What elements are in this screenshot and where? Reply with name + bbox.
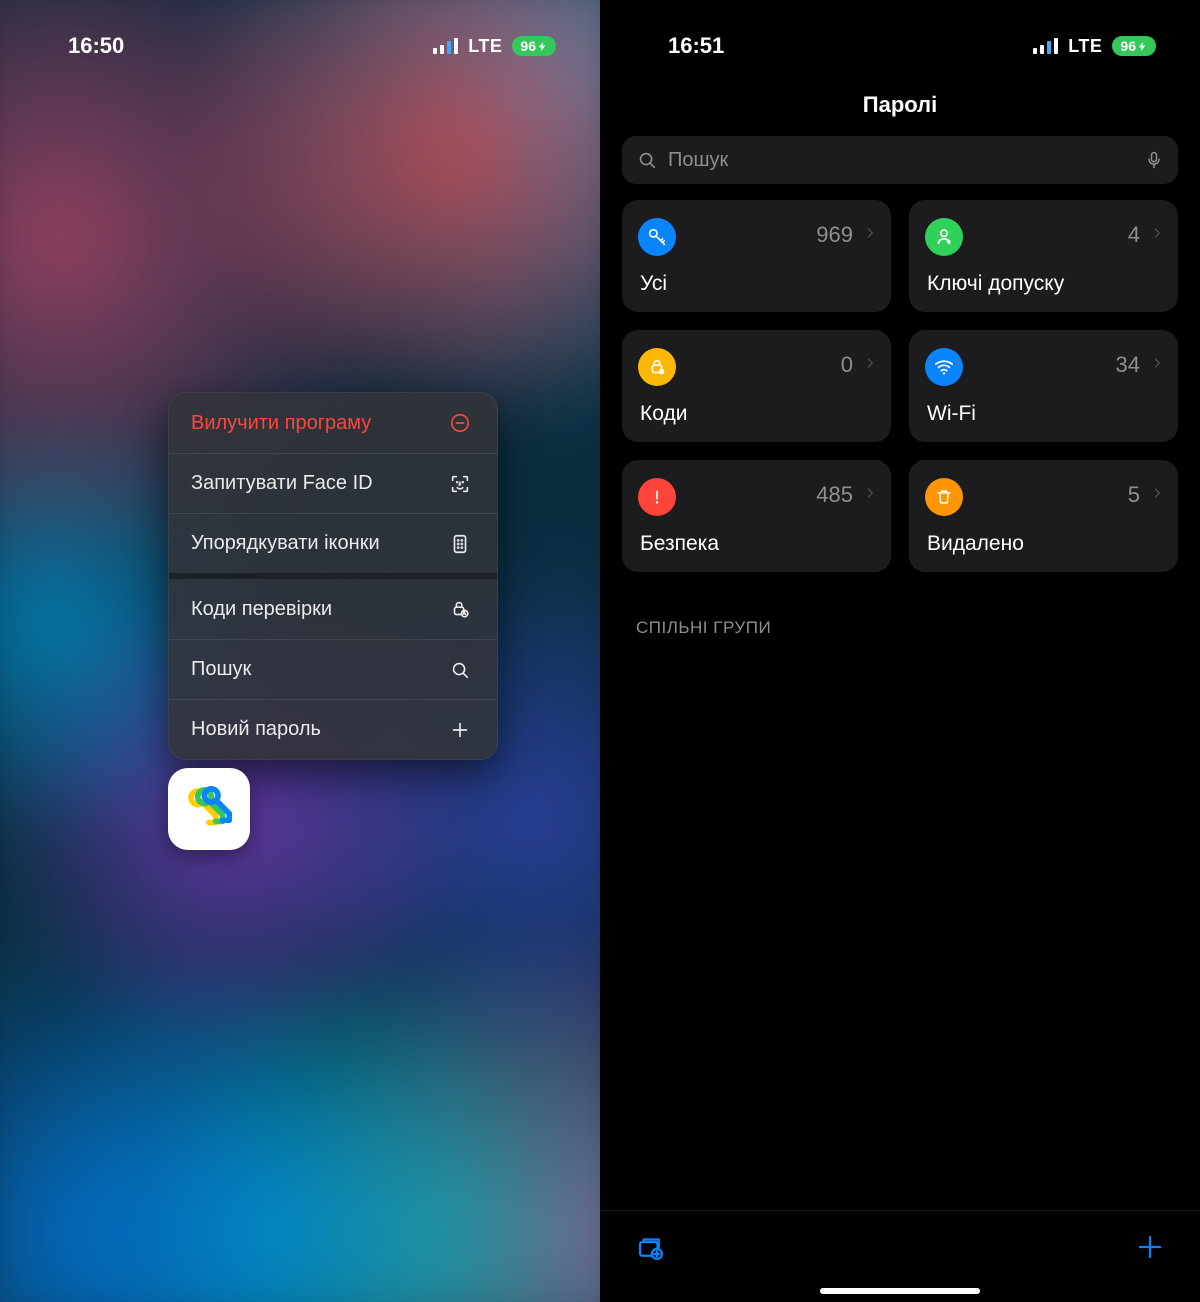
search-input[interactable] bbox=[668, 149, 1134, 172]
card-all[interactable]: 969 Усі bbox=[622, 200, 891, 312]
add-button[interactable] bbox=[1130, 1227, 1170, 1267]
card-count: 969 bbox=[816, 222, 853, 248]
status-time: 16:50 bbox=[68, 33, 124, 59]
menu-search[interactable]: Пошук bbox=[169, 639, 497, 699]
network-label: LTE bbox=[1068, 36, 1102, 57]
status-bar-right: 16:51 LTE 96 bbox=[600, 22, 1200, 70]
card-label: Усі bbox=[640, 272, 667, 296]
card-passkeys[interactable]: 4 Ключі допуску bbox=[909, 200, 1178, 312]
card-label: Wi-Fi bbox=[927, 402, 976, 426]
menu-newpass-label: Новий пароль bbox=[191, 718, 321, 741]
menu-require-faceid[interactable]: Запитувати Face ID bbox=[169, 453, 497, 513]
apps-grid-icon bbox=[445, 529, 475, 559]
card-deleted[interactable]: 5 Видалено bbox=[909, 460, 1178, 572]
context-menu: Вилучити програму Запитувати Face ID Упо… bbox=[168, 392, 498, 760]
minus-circle-icon bbox=[445, 408, 475, 438]
faceid-icon bbox=[445, 469, 475, 499]
menu-search-label: Пошук bbox=[191, 658, 251, 681]
trash-icon bbox=[925, 478, 963, 516]
card-security[interactable]: 485 Безпека bbox=[622, 460, 891, 572]
card-count: 0 bbox=[841, 352, 853, 378]
card-codes[interactable]: 0 Коди bbox=[622, 330, 891, 442]
battery-indicator: 96 bbox=[512, 36, 556, 56]
status-bar-left: 16:50 LTE 96 bbox=[0, 22, 600, 70]
menu-codes-label: Коди перевірки bbox=[191, 598, 332, 621]
menu-verification-codes[interactable]: Коди перевірки bbox=[169, 579, 497, 639]
menu-new-password[interactable]: Новий пароль bbox=[169, 699, 497, 759]
person-key-icon bbox=[925, 218, 963, 256]
network-label: LTE bbox=[468, 36, 502, 57]
passwords-app-pane: 16:51 LTE 96 Паролі 969 Усі 4 Ключі допу… bbox=[600, 0, 1200, 1302]
status-time: 16:51 bbox=[668, 33, 724, 59]
home-screen-pane: 16:50 LTE 96 Вилучити програму Запитуват… bbox=[0, 0, 600, 1302]
cell-signal-icon bbox=[433, 38, 458, 54]
chevron-right-icon bbox=[863, 222, 877, 249]
search-bar[interactable] bbox=[622, 136, 1178, 184]
passwords-app-icon[interactable] bbox=[168, 768, 250, 850]
menu-arrange-icons[interactable]: Упорядкувати іконки bbox=[169, 513, 497, 573]
menu-faceid-label: Запитувати Face ID bbox=[191, 472, 373, 495]
chevron-right-icon bbox=[863, 352, 877, 379]
card-label: Ключі допуску bbox=[927, 272, 1064, 296]
cell-signal-icon bbox=[1033, 38, 1058, 54]
chevron-right-icon bbox=[1150, 482, 1164, 509]
battery-indicator: 96 bbox=[1112, 36, 1156, 56]
key-icon bbox=[638, 218, 676, 256]
add-group-button[interactable] bbox=[630, 1227, 670, 1267]
card-count: 34 bbox=[1116, 352, 1140, 378]
chevron-right-icon bbox=[863, 482, 877, 509]
menu-delete-app[interactable]: Вилучити програму bbox=[169, 393, 497, 453]
search-icon bbox=[636, 149, 658, 171]
menu-arrange-label: Упорядкувати іконки bbox=[191, 532, 380, 555]
card-label: Коди bbox=[640, 402, 687, 426]
lock-clock-icon bbox=[638, 348, 676, 386]
alert-icon bbox=[638, 478, 676, 516]
lock-clock-icon bbox=[445, 594, 475, 624]
mic-icon[interactable] bbox=[1144, 148, 1164, 172]
card-count: 485 bbox=[816, 482, 853, 508]
wifi-icon bbox=[925, 348, 963, 386]
card-count: 5 bbox=[1128, 482, 1140, 508]
status-right: LTE 96 bbox=[433, 36, 556, 57]
keys-icon bbox=[182, 782, 236, 836]
home-indicator[interactable] bbox=[820, 1288, 980, 1294]
menu-delete-label: Вилучити програму bbox=[191, 412, 371, 435]
plus-icon bbox=[445, 715, 475, 745]
chevron-right-icon bbox=[1150, 222, 1164, 249]
card-label: Видалено bbox=[927, 532, 1024, 556]
status-right: LTE 96 bbox=[1033, 36, 1156, 57]
chevron-right-icon bbox=[1150, 352, 1164, 379]
category-grid: 969 Усі 4 Ключі допуску 0 Коди 34 Wi-Fi bbox=[622, 200, 1178, 572]
card-count: 4 bbox=[1128, 222, 1140, 248]
card-wifi[interactable]: 34 Wi-Fi bbox=[909, 330, 1178, 442]
shared-groups-header: СПІЛЬНІ ГРУПИ bbox=[636, 618, 771, 638]
page-title: Паролі bbox=[600, 92, 1200, 118]
search-icon bbox=[445, 655, 475, 685]
card-label: Безпека bbox=[640, 532, 719, 556]
